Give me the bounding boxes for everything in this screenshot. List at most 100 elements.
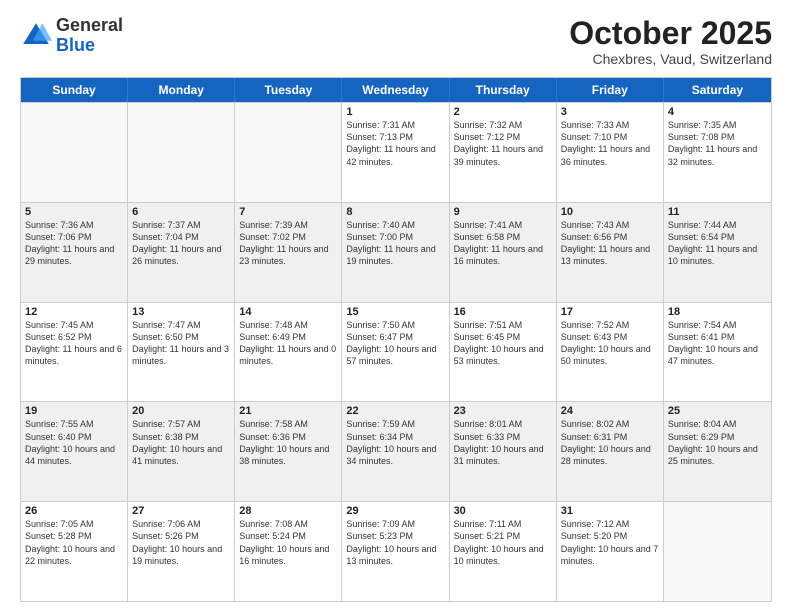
day-number: 18 (668, 306, 767, 318)
cell-info: Sunrise: 7:33 AM Sunset: 7:10 PM Dayligh… (561, 119, 659, 168)
day-number: 17 (561, 306, 659, 318)
calendar-cell: 16Sunrise: 7:51 AM Sunset: 6:45 PM Dayli… (450, 303, 557, 402)
weekday-header-wednesday: Wednesday (342, 78, 449, 102)
weekday-header-friday: Friday (557, 78, 664, 102)
day-number: 3 (561, 106, 659, 118)
calendar-cell: 25Sunrise: 8:04 AM Sunset: 6:29 PM Dayli… (664, 402, 771, 501)
cell-info: Sunrise: 7:11 AM Sunset: 5:21 PM Dayligh… (454, 518, 552, 567)
cell-info: Sunrise: 7:39 AM Sunset: 7:02 PM Dayligh… (239, 219, 337, 268)
calendar-cell (128, 103, 235, 202)
calendar-cell: 20Sunrise: 7:57 AM Sunset: 6:38 PM Dayli… (128, 402, 235, 501)
weekday-header-saturday: Saturday (664, 78, 771, 102)
cell-info: Sunrise: 7:47 AM Sunset: 6:50 PM Dayligh… (132, 319, 230, 368)
day-number: 31 (561, 505, 659, 517)
logo: General Blue (20, 16, 123, 56)
day-number: 15 (346, 306, 444, 318)
cell-info: Sunrise: 7:44 AM Sunset: 6:54 PM Dayligh… (668, 219, 767, 268)
calendar-cell: 1Sunrise: 7:31 AM Sunset: 7:13 PM Daylig… (342, 103, 449, 202)
calendar-cell: 9Sunrise: 7:41 AM Sunset: 6:58 PM Daylig… (450, 203, 557, 302)
weekday-header-tuesday: Tuesday (235, 78, 342, 102)
calendar: SundayMondayTuesdayWednesdayThursdayFrid… (20, 77, 772, 602)
calendar-cell: 8Sunrise: 7:40 AM Sunset: 7:00 PM Daylig… (342, 203, 449, 302)
day-number: 24 (561, 405, 659, 417)
calendar-cell (235, 103, 342, 202)
day-number: 12 (25, 306, 123, 318)
weekday-header-thursday: Thursday (450, 78, 557, 102)
cell-info: Sunrise: 7:40 AM Sunset: 7:00 PM Dayligh… (346, 219, 444, 268)
calendar-week-3: 12Sunrise: 7:45 AM Sunset: 6:52 PM Dayli… (21, 302, 771, 402)
cell-info: Sunrise: 7:37 AM Sunset: 7:04 PM Dayligh… (132, 219, 230, 268)
day-number: 26 (25, 505, 123, 517)
cell-info: Sunrise: 7:35 AM Sunset: 7:08 PM Dayligh… (668, 119, 767, 168)
day-number: 22 (346, 405, 444, 417)
calendar-cell: 22Sunrise: 7:59 AM Sunset: 6:34 PM Dayli… (342, 402, 449, 501)
cell-info: Sunrise: 7:32 AM Sunset: 7:12 PM Dayligh… (454, 119, 552, 168)
cell-info: Sunrise: 7:50 AM Sunset: 6:47 PM Dayligh… (346, 319, 444, 368)
day-number: 2 (454, 106, 552, 118)
cell-info: Sunrise: 7:59 AM Sunset: 6:34 PM Dayligh… (346, 418, 444, 467)
calendar-cell: 15Sunrise: 7:50 AM Sunset: 6:47 PM Dayli… (342, 303, 449, 402)
calendar-week-5: 26Sunrise: 7:05 AM Sunset: 5:28 PM Dayli… (21, 501, 771, 601)
calendar-cell: 17Sunrise: 7:52 AM Sunset: 6:43 PM Dayli… (557, 303, 664, 402)
day-number: 21 (239, 405, 337, 417)
cell-info: Sunrise: 7:55 AM Sunset: 6:40 PM Dayligh… (25, 418, 123, 467)
day-number: 16 (454, 306, 552, 318)
cell-info: Sunrise: 7:52 AM Sunset: 6:43 PM Dayligh… (561, 319, 659, 368)
cell-info: Sunrise: 7:54 AM Sunset: 6:41 PM Dayligh… (668, 319, 767, 368)
calendar-week-1: 1Sunrise: 7:31 AM Sunset: 7:13 PM Daylig… (21, 102, 771, 202)
calendar-cell: 5Sunrise: 7:36 AM Sunset: 7:06 PM Daylig… (21, 203, 128, 302)
day-number: 28 (239, 505, 337, 517)
calendar-cell: 4Sunrise: 7:35 AM Sunset: 7:08 PM Daylig… (664, 103, 771, 202)
day-number: 19 (25, 405, 123, 417)
calendar-cell: 3Sunrise: 7:33 AM Sunset: 7:10 PM Daylig… (557, 103, 664, 202)
cell-info: Sunrise: 8:04 AM Sunset: 6:29 PM Dayligh… (668, 418, 767, 467)
day-number: 10 (561, 206, 659, 218)
calendar-cell: 12Sunrise: 7:45 AM Sunset: 6:52 PM Dayli… (21, 303, 128, 402)
calendar-cell: 11Sunrise: 7:44 AM Sunset: 6:54 PM Dayli… (664, 203, 771, 302)
calendar-cell: 6Sunrise: 7:37 AM Sunset: 7:04 PM Daylig… (128, 203, 235, 302)
calendar-cell: 14Sunrise: 7:48 AM Sunset: 6:49 PM Dayli… (235, 303, 342, 402)
day-number: 8 (346, 206, 444, 218)
calendar-cell: 23Sunrise: 8:01 AM Sunset: 6:33 PM Dayli… (450, 402, 557, 501)
day-number: 1 (346, 106, 444, 118)
day-number: 4 (668, 106, 767, 118)
cell-info: Sunrise: 8:01 AM Sunset: 6:33 PM Dayligh… (454, 418, 552, 467)
calendar-cell: 29Sunrise: 7:09 AM Sunset: 5:23 PM Dayli… (342, 502, 449, 601)
cell-info: Sunrise: 7:58 AM Sunset: 6:36 PM Dayligh… (239, 418, 337, 467)
calendar-cell: 19Sunrise: 7:55 AM Sunset: 6:40 PM Dayli… (21, 402, 128, 501)
weekday-header-monday: Monday (128, 78, 235, 102)
month-title: October 2025 (569, 16, 772, 51)
logo-text: General Blue (56, 16, 123, 56)
day-number: 5 (25, 206, 123, 218)
location-subtitle: Chexbres, Vaud, Switzerland (569, 51, 772, 67)
cell-info: Sunrise: 7:09 AM Sunset: 5:23 PM Dayligh… (346, 518, 444, 567)
day-number: 27 (132, 505, 230, 517)
calendar-header-row: SundayMondayTuesdayWednesdayThursdayFrid… (21, 78, 771, 102)
cell-info: Sunrise: 7:05 AM Sunset: 5:28 PM Dayligh… (25, 518, 123, 567)
day-number: 9 (454, 206, 552, 218)
page: General Blue October 2025 Chexbres, Vaud… (0, 0, 792, 612)
calendar-cell: 2Sunrise: 7:32 AM Sunset: 7:12 PM Daylig… (450, 103, 557, 202)
calendar-cell (664, 502, 771, 601)
day-number: 20 (132, 405, 230, 417)
calendar-cell: 26Sunrise: 7:05 AM Sunset: 5:28 PM Dayli… (21, 502, 128, 601)
cell-info: Sunrise: 8:02 AM Sunset: 6:31 PM Dayligh… (561, 418, 659, 467)
weekday-header-sunday: Sunday (21, 78, 128, 102)
cell-info: Sunrise: 7:43 AM Sunset: 6:56 PM Dayligh… (561, 219, 659, 268)
day-number: 7 (239, 206, 337, 218)
calendar-week-2: 5Sunrise: 7:36 AM Sunset: 7:06 PM Daylig… (21, 202, 771, 302)
cell-info: Sunrise: 7:12 AM Sunset: 5:20 PM Dayligh… (561, 518, 659, 567)
cell-info: Sunrise: 7:45 AM Sunset: 6:52 PM Dayligh… (25, 319, 123, 368)
day-number: 30 (454, 505, 552, 517)
logo-icon (20, 20, 52, 52)
calendar-cell: 30Sunrise: 7:11 AM Sunset: 5:21 PM Dayli… (450, 502, 557, 601)
cell-info: Sunrise: 7:08 AM Sunset: 5:24 PM Dayligh… (239, 518, 337, 567)
calendar-cell: 27Sunrise: 7:06 AM Sunset: 5:26 PM Dayli… (128, 502, 235, 601)
cell-info: Sunrise: 7:51 AM Sunset: 6:45 PM Dayligh… (454, 319, 552, 368)
calendar-cell: 13Sunrise: 7:47 AM Sunset: 6:50 PM Dayli… (128, 303, 235, 402)
day-number: 29 (346, 505, 444, 517)
header: General Blue October 2025 Chexbres, Vaud… (20, 16, 772, 67)
day-number: 6 (132, 206, 230, 218)
cell-info: Sunrise: 7:36 AM Sunset: 7:06 PM Dayligh… (25, 219, 123, 268)
calendar-cell: 24Sunrise: 8:02 AM Sunset: 6:31 PM Dayli… (557, 402, 664, 501)
